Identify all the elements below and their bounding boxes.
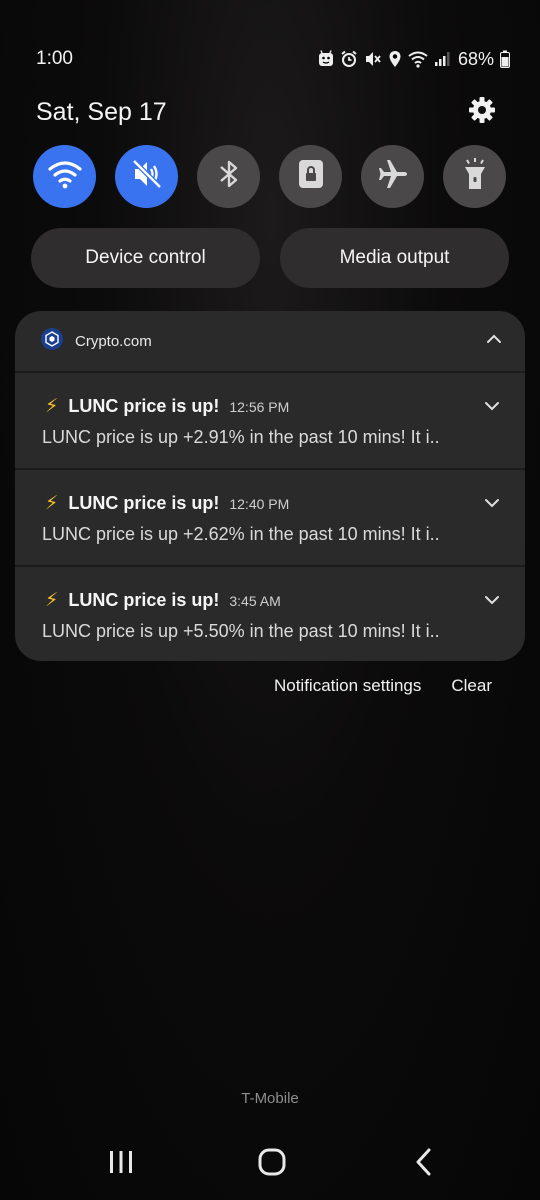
notification-settings-button[interactable]: Notification settings: [274, 676, 421, 696]
quick-toggles: [33, 145, 507, 209]
back-icon: [414, 1148, 434, 1181]
notification-time: 12:40 PM: [229, 496, 290, 512]
recent-apps-button[interactable]: [101, 1148, 141, 1180]
crypto-com-logo-icon: [41, 327, 63, 355]
status-icons: 68%: [318, 49, 510, 70]
alarm-icon: [340, 50, 358, 68]
notification-item[interactable]: ⚡ LUNC price is up! 3:45 AM LUNC price i…: [15, 567, 525, 661]
chevron-down-icon[interactable]: [483, 496, 501, 514]
chevron-down-icon[interactable]: [483, 593, 501, 611]
toggle-flashlight[interactable]: [443, 145, 506, 208]
date-label: Sat, Sep 17: [36, 97, 167, 126]
recent-apps-icon: [107, 1149, 135, 1180]
notification-actions: Notification settings Clear: [274, 676, 492, 696]
notification-group-header[interactable]: Crypto.com: [15, 311, 525, 373]
notification-time: 12:56 PM: [229, 399, 290, 415]
chevron-down-icon[interactable]: [483, 399, 501, 417]
airplane-icon: [376, 157, 410, 196]
mute-icon: [364, 50, 382, 68]
notification-body: LUNC price is up +2.91% in the past 10 m…: [42, 427, 440, 447]
gear-icon[interactable]: [468, 96, 496, 129]
toggle-portrait-lock[interactable]: [279, 145, 342, 208]
flashlight-icon: [462, 157, 488, 196]
signal-icon: [434, 51, 450, 67]
wifi-icon: [408, 50, 428, 68]
wifi-icon: [47, 159, 82, 194]
bluetooth-icon: [218, 158, 240, 195]
notification-body: LUNC price is up +2.62% in the past 10 m…: [42, 524, 440, 544]
carrier-label: T-Mobile: [241, 1090, 299, 1107]
lightning-icon: ⚡: [45, 493, 59, 514]
chevron-up-icon[interactable]: [485, 332, 503, 350]
toggle-sound-mute[interactable]: [115, 145, 178, 208]
date-row: Sat, Sep 17: [36, 92, 496, 132]
clear-button[interactable]: Clear: [451, 676, 492, 696]
status-time: 1:00: [36, 48, 73, 69]
notification-title: LUNC price is up!: [68, 590, 220, 610]
home-icon: [257, 1148, 287, 1181]
notification-item[interactable]: ⚡ LUNC price is up! 12:40 PM LUNC price …: [15, 470, 525, 567]
android-icon: [318, 50, 334, 68]
app-name: Crypto.com: [75, 332, 152, 350]
notification-title: LUNC price is up!: [68, 396, 220, 416]
notification-title: LUNC price is up!: [68, 493, 220, 513]
notification-item[interactable]: ⚡ LUNC price is up! 12:56 PM LUNC price …: [15, 373, 525, 470]
notification-time: 3:45 AM: [229, 593, 281, 609]
lightning-icon: ⚡: [45, 590, 59, 611]
home-button[interactable]: [252, 1148, 292, 1180]
navigation-bar: [0, 1140, 540, 1190]
lightning-icon: ⚡: [45, 396, 59, 417]
back-button[interactable]: [404, 1148, 444, 1180]
device-control-button[interactable]: Device control: [31, 228, 260, 288]
toggle-bluetooth[interactable]: [197, 145, 260, 208]
notification-body: LUNC price is up +5.50% in the past 10 m…: [42, 621, 440, 641]
mute-icon: [131, 158, 163, 195]
media-output-button[interactable]: Media output: [280, 228, 509, 288]
notification-group[interactable]: Crypto.com ⚡ LUNC price is up! 12:56 PM …: [15, 311, 525, 661]
battery-icon: [500, 50, 510, 68]
battery-percent: 68%: [457, 48, 494, 69]
lock-icon: [297, 158, 325, 195]
notification-shade: 1:00 68% Sat, Sep 17 Device control Medi…: [0, 0, 540, 1200]
toggle-wifi[interactable]: [33, 145, 96, 208]
location-icon: [388, 50, 402, 68]
status-bar: 1:00 68%: [36, 44, 510, 74]
toggle-airplane-mode[interactable]: [361, 145, 424, 208]
